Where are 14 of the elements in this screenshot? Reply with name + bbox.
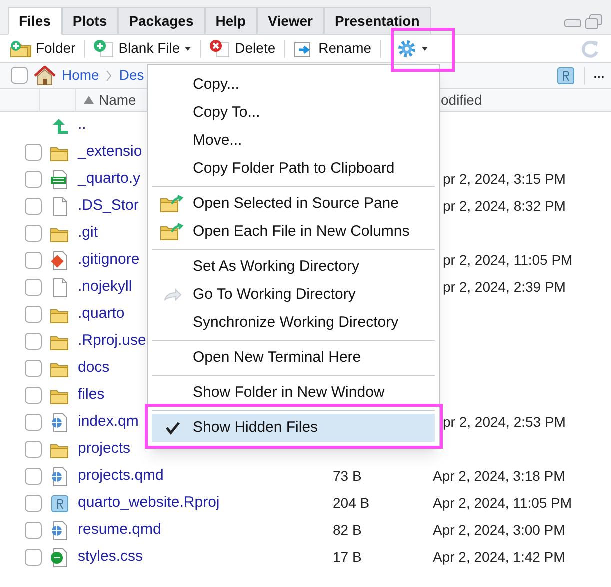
file-modified: pr 2, 2024, 8:32 PM xyxy=(443,197,566,216)
file-modified: Apr 2, 2024, 3:18 PM xyxy=(433,467,566,486)
file-modified: Apr 2, 2024, 3:00 PM xyxy=(433,521,566,540)
file-modified: Apr 2, 2024, 11:05 PM xyxy=(433,494,572,513)
file-size: 17 B xyxy=(333,549,362,565)
file-size: 204 B xyxy=(333,495,370,511)
file-modified: pr 2, 2024, 11:05 PM xyxy=(443,251,573,270)
file-modified: pr 2, 2024, 3:15 PM xyxy=(443,170,566,189)
file-size: 73 B xyxy=(333,468,362,484)
file-modified: pr 2, 2024, 2:39 PM xyxy=(443,278,566,297)
modified-column-header: odified xyxy=(440,90,482,110)
file-size: 82 B xyxy=(333,522,362,538)
file-modified: Apr 2, 2024, 1:42 PM xyxy=(433,548,566,567)
file-modified: pr 2, 2024, 2:53 PM xyxy=(443,413,566,432)
